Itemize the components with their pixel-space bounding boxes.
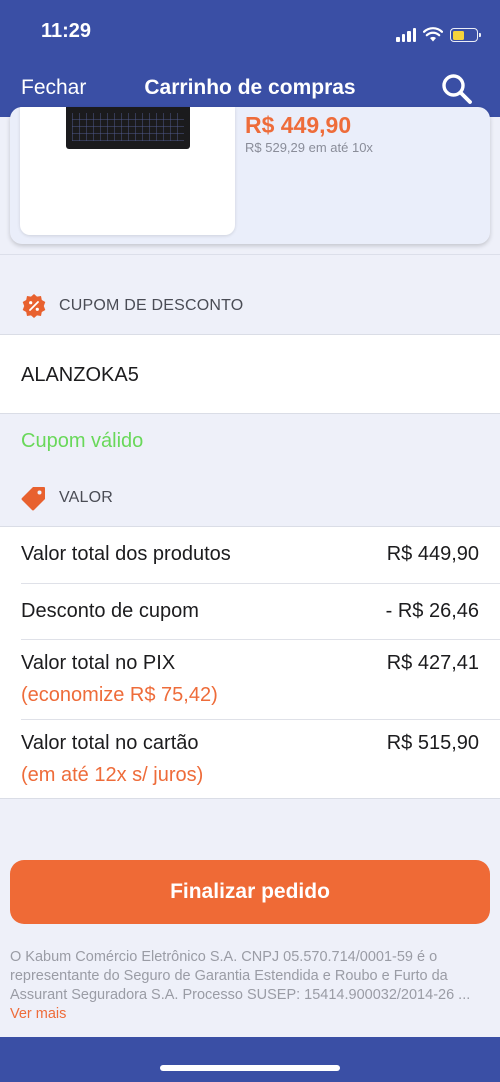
value-label: Valor total no PIX bbox=[21, 652, 176, 674]
coupon-input[interactable] bbox=[21, 357, 471, 393]
value-amount: R$ 427,41 bbox=[386, 652, 479, 674]
divider bbox=[21, 719, 500, 720]
search-icon[interactable] bbox=[440, 72, 474, 106]
divider bbox=[21, 639, 500, 640]
values-heading: VALOR bbox=[21, 485, 113, 511]
home-indicator[interactable] bbox=[160, 1065, 340, 1071]
close-button[interactable]: Fechar bbox=[21, 76, 86, 100]
app-header: 11:29 Fechar Carrinho de compras bbox=[0, 0, 500, 117]
coupon-field-container bbox=[0, 334, 500, 414]
product-area: R$ 449,90 R$ 529,29 em até 10x bbox=[0, 107, 500, 255]
see-more-link[interactable]: Ver mais bbox=[10, 1006, 66, 1022]
price-tag-icon bbox=[21, 487, 45, 511]
product-price: R$ 449,90 bbox=[245, 112, 352, 138]
wifi-icon bbox=[423, 27, 443, 42]
status-icons bbox=[396, 22, 481, 42]
finalize-order-button[interactable]: Finalizar pedido bbox=[10, 860, 490, 924]
bottom-bar bbox=[0, 1037, 500, 1082]
product-image[interactable] bbox=[20, 107, 235, 235]
coupon-status: Cupom válido bbox=[21, 430, 144, 452]
value-label: Desconto de cupom bbox=[21, 600, 199, 622]
status-time: 11:29 bbox=[41, 20, 92, 42]
values-heading-label: VALOR bbox=[59, 489, 114, 506]
keyboard-image bbox=[66, 107, 190, 149]
value-label: Valor total dos produtos bbox=[21, 543, 231, 565]
cellular-signal-icon bbox=[396, 28, 416, 42]
battery-icon bbox=[450, 28, 481, 42]
value-note: (economize R$ 75,42) bbox=[21, 684, 218, 706]
product-card[interactable]: R$ 449,90 R$ 529,29 em até 10x bbox=[10, 107, 490, 244]
value-amount: R$ 515,90 bbox=[386, 732, 479, 754]
discount-badge-icon bbox=[22, 294, 46, 318]
legal-disclaimer: O Kabum Comércio Eletrônico S.A. CNPJ 05… bbox=[10, 948, 492, 1024]
value-amount: R$ 449,90 bbox=[386, 543, 479, 565]
values-table: Valor total dos produtos R$ 449,90 Desco… bbox=[0, 526, 500, 799]
product-installments: R$ 529,29 em até 10x bbox=[245, 140, 373, 155]
legal-text: O Kabum Comércio Eletrônico S.A. CNPJ 05… bbox=[10, 949, 471, 1003]
value-note: (em até 12x s/ juros) bbox=[21, 764, 204, 786]
value-amount: - R$ 26,46 bbox=[385, 600, 479, 622]
divider bbox=[21, 583, 500, 584]
coupon-heading-label: CUPOM DE DESCONTO bbox=[59, 297, 244, 314]
value-label: Valor total no cartão bbox=[21, 732, 199, 754]
coupon-heading: CUPOM DE DESCONTO bbox=[21, 293, 243, 319]
